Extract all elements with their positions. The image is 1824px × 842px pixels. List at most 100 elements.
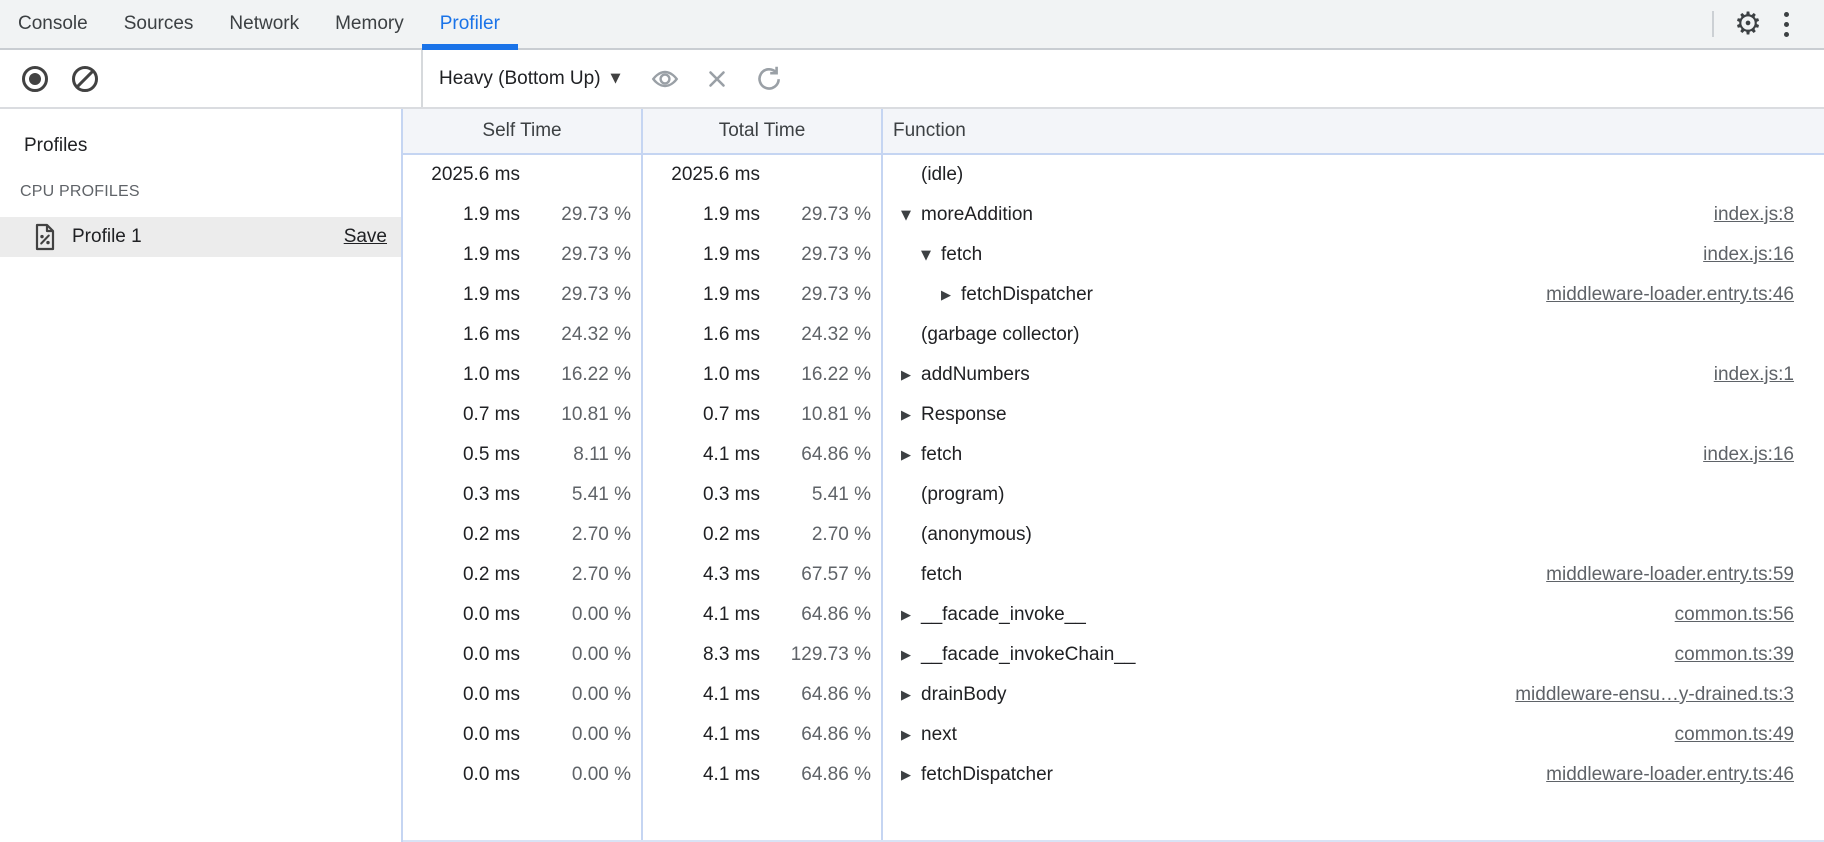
function-cell: (idle) (883, 155, 1824, 195)
record-icon (22, 66, 48, 92)
source-link[interactable]: index.js:8 (1714, 204, 1794, 226)
total-time-cell-ms: 0.2 ms (643, 524, 760, 546)
self-time-cell-ms: 0.0 ms (403, 764, 520, 786)
table-row[interactable]: 0.0 ms0.00 %4.1 ms64.86 % ▶next common.ts:… (403, 715, 1824, 755)
focus-eye-icon[interactable] (647, 61, 683, 97)
column-header-total-time[interactable]: Total Time (643, 109, 883, 153)
source-link[interactable]: index.js:16 (1703, 244, 1794, 266)
total-time-cell: 4.3 ms67.57 % (643, 555, 883, 595)
reload-icon[interactable] (751, 61, 787, 97)
self-time-cell: 0.0 ms0.00 % (403, 715, 643, 755)
total-time-cell: 0.2 ms2.70 % (643, 515, 883, 555)
record-button[interactable] (20, 64, 50, 94)
devtools-window: ConsoleSourcesNetworkMemoryProfiler ⚙ He… (0, 0, 1824, 842)
collapse-arrow-icon[interactable]: ▼ (921, 248, 941, 263)
expand-arrow-icon[interactable]: ▶ (901, 368, 921, 383)
function-name: Response (921, 404, 1007, 426)
table-row[interactable]: 0.2 ms2.70 %4.3 ms67.57 %fetchmiddleware… (403, 555, 1824, 595)
table-row[interactable]: 1.6 ms24.32 %1.6 ms24.32 %(garbage colle… (403, 315, 1824, 355)
function-name: drainBody (921, 684, 1007, 706)
expand-arrow-icon[interactable]: ▶ (901, 688, 921, 703)
total-time-cell-ms: 4.1 ms (643, 444, 760, 466)
tab-network[interactable]: Network (211, 0, 317, 48)
self-time-cell-pct: 0.00 % (520, 724, 641, 746)
panel-tabs: ConsoleSourcesNetworkMemoryProfiler (0, 0, 518, 48)
table-row[interactable]: 0.2 ms2.70 %0.2 ms2.70 %(anonymous) (403, 515, 1824, 555)
table-row[interactable]: 1.9 ms29.73 %1.9 ms29.73 %▼moreAdditioni… (403, 195, 1824, 235)
tab-memory[interactable]: Memory (317, 0, 422, 48)
settings-gear-icon[interactable]: ⚙ (1728, 4, 1768, 44)
total-time-cell-pct: 64.86 % (760, 724, 881, 746)
self-time-cell-ms: 0.2 ms (403, 524, 520, 546)
source-link[interactable]: common.ts:49 (1675, 724, 1794, 746)
self-time-cell-pct: 16.22 % (520, 364, 641, 386)
toolbar-divider (1712, 11, 1714, 37)
expand-arrow-icon[interactable]: ▶ (941, 288, 961, 303)
source-link[interactable]: middleware-loader.entry.ts:59 (1546, 564, 1794, 586)
source-link[interactable]: index.js:16 (1703, 444, 1794, 466)
self-time-cell-ms: 0.0 ms (403, 684, 520, 706)
expand-arrow-icon[interactable]: ▶ (901, 408, 921, 423)
tab-console[interactable]: Console (0, 0, 106, 48)
table-row[interactable]: 2025.6 ms2025.6 ms(idle) (403, 155, 1824, 195)
tab-profiler[interactable]: Profiler (422, 0, 518, 48)
self-time-cell-ms: 1.9 ms (403, 284, 520, 306)
total-time-cell: 1.9 ms29.73 % (643, 275, 883, 315)
table-row[interactable]: 0.0 ms0.00 %4.1 ms64.86 %▶__facade_invok… (403, 595, 1824, 635)
table-row[interactable]: 0.7 ms10.81 %0.7 ms10.81 %▶Response (403, 395, 1824, 435)
save-link[interactable]: Save (344, 226, 387, 248)
sidebar-item-profile-1[interactable]: Profile 1 Save (0, 217, 401, 257)
total-time-cell-pct: 2.70 % (760, 524, 881, 546)
function-name: __facade_invokeChain__ (921, 644, 1135, 666)
self-time-cell: 0.0 ms0.00 % (403, 755, 643, 795)
expand-arrow-icon[interactable]: ▶ (901, 648, 921, 663)
source-link[interactable]: middleware-loader.entry.ts:46 (1546, 284, 1794, 306)
profiler-toolbar-left (0, 50, 423, 107)
source-link[interactable]: middleware-ensu…y-drained.ts:3 (1515, 684, 1794, 706)
total-time-cell: 1.9 ms29.73 % (643, 195, 883, 235)
table-row[interactable]: 0.3 ms5.41 %0.3 ms5.41 %(program) (403, 475, 1824, 515)
function-name: (idle) (921, 164, 963, 186)
table-row[interactable]: 0.0 ms0.00 %8.3 ms129.73 %▶__facade_invo… (403, 635, 1824, 675)
expand-arrow-icon[interactable]: ▶ (901, 728, 921, 743)
self-time-cell: 1.9 ms29.73 % (403, 235, 643, 275)
function-name: next (921, 724, 957, 746)
collapse-arrow-icon[interactable]: ▼ (901, 208, 921, 223)
total-time-cell-ms: 1.9 ms (643, 204, 760, 226)
function-cell: ▼fetchindex.js:16 (883, 235, 1824, 275)
tab-sources[interactable]: Sources (106, 0, 212, 48)
expand-arrow-icon[interactable]: ▶ (901, 768, 921, 783)
column-header-function[interactable]: Function (883, 109, 1824, 153)
expand-arrow-icon[interactable]: ▶ (901, 448, 921, 463)
self-time-cell-pct: 10.81 % (520, 404, 641, 426)
total-time-cell-pct: 16.22 % (760, 364, 881, 386)
table-row[interactable]: 1.9 ms29.73 %1.9 ms29.73 %▶fetchDispatch… (403, 275, 1824, 315)
total-time-cell-ms: 4.1 ms (643, 724, 760, 746)
grid-filler (403, 795, 1824, 840)
total-time-cell-pct: 64.86 % (760, 764, 881, 786)
total-time-cell-pct: 64.86 % (760, 444, 881, 466)
profiles-heading: Profiles (24, 135, 401, 157)
delete-profile-x-icon[interactable] (699, 61, 735, 97)
more-options-menu-icon[interactable] (1768, 4, 1804, 44)
total-time-cell: 4.1 ms64.86 % (643, 435, 883, 475)
view-mode-dropdown[interactable]: Heavy (Bottom Up) ▼ (439, 68, 621, 90)
table-row[interactable]: 0.0 ms0.00 %4.1 ms64.86 %▶drainBodymiddl… (403, 675, 1824, 715)
source-link[interactable]: common.ts:56 (1675, 604, 1794, 626)
source-link[interactable]: common.ts:39 (1675, 644, 1794, 666)
expand-arrow-icon[interactable]: ▶ (901, 608, 921, 623)
self-time-cell-ms: 1.9 ms (403, 244, 520, 266)
source-link[interactable]: middleware-loader.entry.ts:46 (1546, 764, 1794, 786)
table-row[interactable]: 1.9 ms29.73 %1.9 ms29.73 %▼fetchindex.js… (403, 235, 1824, 275)
column-header-self-time[interactable]: Self Time (403, 109, 643, 153)
table-row[interactable]: 1.0 ms16.22 %1.0 ms16.22 %▶addNumbersind… (403, 355, 1824, 395)
clear-button[interactable] (70, 64, 100, 94)
source-link[interactable]: index.js:1 (1714, 364, 1794, 386)
total-time-cell-pct: 67.57 % (760, 564, 881, 586)
total-time-cell-pct: 64.86 % (760, 684, 881, 706)
table-row[interactable]: 0.0 ms0.00 %4.1 ms64.86 %▶fetchDispatche… (403, 755, 1824, 795)
table-row[interactable]: 0.5 ms8.11 %4.1 ms64.86 %▶fetchindex.js:… (403, 435, 1824, 475)
function-cell: ▶fetchindex.js:16 (883, 435, 1824, 475)
function-name: fetchDispatcher (921, 764, 1053, 786)
total-time-cell: 8.3 ms129.73 % (643, 635, 883, 675)
